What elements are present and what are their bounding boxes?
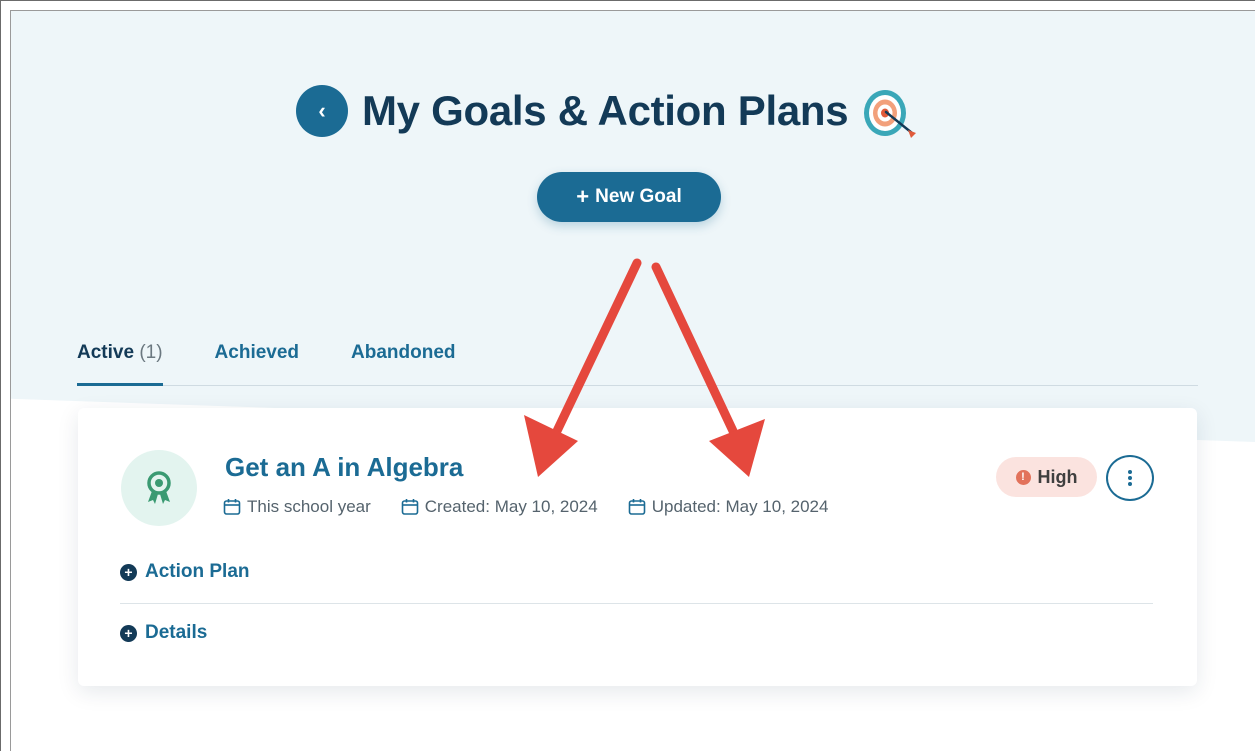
- priority-label: High: [1037, 466, 1078, 487]
- goal-status-tabs: Active (1) Achieved Abandoned: [77, 339, 1198, 386]
- tab-abandoned-label: Abandoned: [351, 342, 456, 363]
- tab-abandoned[interactable]: Abandoned: [351, 339, 456, 385]
- section-divider: [120, 603, 1153, 604]
- tab-active[interactable]: Active (1): [77, 339, 163, 386]
- goal-updated-text: Updated: May 10, 2024: [651, 497, 829, 516]
- goal-updated: Updated: May 10, 2024: [628, 497, 829, 517]
- award-ribbon-icon: [121, 450, 197, 526]
- new-goal-label: New Goal: [595, 186, 682, 207]
- goal-created-text: Created: May 10, 2024: [424, 497, 598, 516]
- action-plan-label: Action Plan: [145, 561, 250, 582]
- priority-badge: ! High: [996, 457, 1097, 497]
- tab-active-label: Active: [77, 342, 135, 363]
- goal-title[interactable]: Get an A in Algebra: [225, 452, 463, 483]
- page-title: My Goals & Action Plans: [362, 87, 849, 134]
- details-toggle[interactable]: + Details: [120, 622, 207, 644]
- alert-icon: !: [1015, 469, 1031, 485]
- back-button[interactable]: ‹: [296, 85, 348, 137]
- goal-created: Created: May 10, 2024: [401, 497, 598, 517]
- action-plan-toggle[interactable]: + Action Plan: [120, 561, 250, 583]
- goal-timeframe-text: This school year: [247, 497, 371, 516]
- screenshot-frame: ‹ My Goals & Action Plans + New Goal Act…: [0, 0, 1255, 751]
- chevron-left-icon: ‹: [318, 98, 326, 123]
- goal-meta: This school year Created: May 10, 2024 U…: [223, 497, 828, 517]
- calendar-icon: [401, 499, 419, 515]
- tab-achieved-label: Achieved: [214, 342, 300, 363]
- tab-active-count: (1): [139, 342, 163, 363]
- frame-top-border: [10, 10, 1255, 11]
- kebab-menu-icon: [1128, 470, 1132, 486]
- details-label: Details: [145, 622, 208, 643]
- target-icon: [864, 90, 917, 138]
- calendar-icon: [628, 499, 646, 515]
- goal-timeframe: This school year: [223, 497, 371, 517]
- plus-circle-icon: +: [120, 624, 137, 642]
- tab-achieved[interactable]: Achieved: [215, 339, 299, 385]
- page-header: ‹ My Goals & Action Plans: [296, 83, 918, 139]
- frame-left-border: [10, 10, 11, 751]
- goal-card: Get an A in Algebra This school year Cre…: [78, 408, 1197, 686]
- goal-menu-button[interactable]: [1106, 455, 1154, 501]
- calendar-icon: [223, 499, 241, 515]
- plus-icon: +: [576, 184, 590, 209]
- new-goal-button[interactable]: + New Goal: [537, 172, 721, 222]
- plus-circle-icon: +: [120, 563, 137, 581]
